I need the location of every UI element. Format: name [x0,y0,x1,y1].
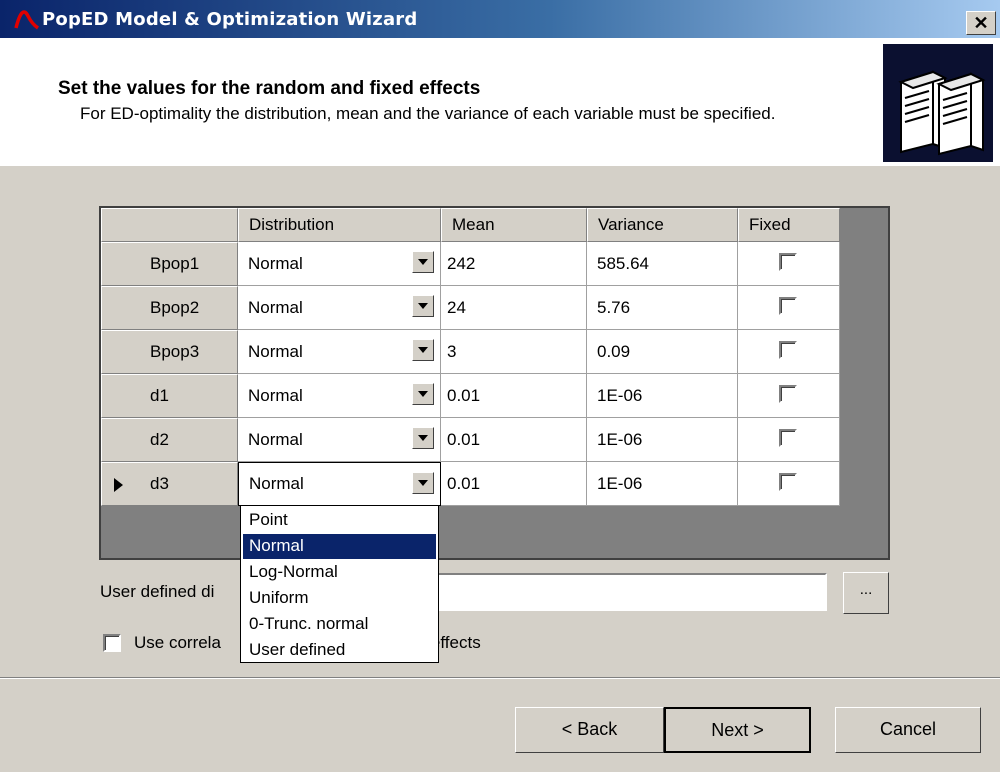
fixed-checkbox[interactable] [779,341,797,359]
row-header[interactable]: Bpop1 [101,242,238,286]
row-header[interactable]: Bpop2 [101,286,238,330]
distribution-combo[interactable]: Normal [238,374,441,418]
row-header[interactable]: d1 [101,374,238,418]
row-header-label: d3 [150,474,169,493]
distribution-combo[interactable]: Normal [238,330,441,374]
variance-cell[interactable]: 5.76 [587,286,738,330]
title-bar: PopED Model & Optimization Wizard ✕ [0,0,1000,38]
fixed-checkbox[interactable] [779,253,797,271]
browse-button[interactable]: ... [843,572,889,614]
fixed-checkbox[interactable] [779,297,797,315]
chevron-down-icon[interactable] [412,295,434,317]
mean-cell[interactable]: 0.01 [441,418,587,462]
distribution-value: Normal [248,341,303,361]
fixed-cell [738,330,840,374]
variance-cell[interactable]: 0.09 [587,330,738,374]
column-header-fixed[interactable]: Fixed [738,208,840,242]
dropdown-option-normal[interactable]: Normal [243,534,436,559]
header-separator [0,164,1000,166]
distribution-value: Normal [249,474,304,493]
dropdown-option-point[interactable]: Point [243,508,436,533]
close-button[interactable]: ✕ [966,11,996,35]
distribution-combo[interactable]: Normal [238,242,441,286]
chevron-down-icon[interactable] [412,383,434,405]
distribution-dropdown-list: Point Normal Log-Normal Uniform 0-Trunc.… [240,505,439,663]
mean-cell[interactable]: 0.01 [441,462,587,506]
variance-cell[interactable]: 585.64 [587,242,738,286]
row-header[interactable]: d2 [101,418,238,462]
distribution-value: Normal [248,297,303,317]
distribution-combo[interactable]: Normal [238,418,441,462]
dropdown-option-trunc-normal[interactable]: 0-Trunc. normal [243,612,436,637]
chevron-down-icon[interactable] [412,339,434,361]
footer-separator-highlight [0,678,1000,679]
dropdown-option-user-defined[interactable]: User defined [243,638,436,663]
window-title: PopED Model & Optimization Wizard [42,9,418,30]
distribution-combo-active[interactable]: Normal [238,462,441,506]
fixed-cell [738,242,840,286]
variance-cell[interactable]: 1E-06 [587,374,738,418]
next-button[interactable]: Next > [664,707,811,753]
mean-cell[interactable]: 0.01 [441,374,587,418]
dropdown-option-log-normal[interactable]: Log-Normal [243,560,436,585]
mean-cell[interactable]: 242 [441,242,587,286]
page-description: For ED-optimality the distribution, mean… [80,104,776,123]
current-row-arrow-icon [114,478,123,492]
fixed-cell [738,418,840,462]
mean-cell[interactable]: 24 [441,286,587,330]
page-title: Set the values for the random and fixed … [58,78,481,99]
poped-logo-icon [14,10,40,30]
distribution-combo[interactable]: Normal [238,286,441,330]
row-header[interactable]: Bpop3 [101,330,238,374]
chevron-down-icon[interactable] [412,427,434,449]
fixed-cell [738,374,840,418]
distribution-value: Normal [248,253,303,273]
column-header-variance[interactable]: Variance [587,208,738,242]
fixed-cell [738,286,840,330]
distribution-value: Normal [248,385,303,405]
correlation-label-left: Use correla [134,633,221,652]
column-header-mean[interactable]: Mean [441,208,587,242]
back-button[interactable]: < Back [515,707,664,753]
servers-graphic-icon [883,44,993,162]
fixed-cell [738,462,840,506]
chevron-down-icon[interactable] [412,251,434,273]
variance-cell[interactable]: 1E-06 [587,418,738,462]
column-header-distribution[interactable]: Distribution [238,208,441,242]
fixed-checkbox[interactable] [779,385,797,403]
mean-cell[interactable]: 3 [441,330,587,374]
user-defined-input[interactable] [434,573,827,611]
grid-corner-header [101,208,238,242]
fixed-checkbox[interactable] [779,473,797,491]
row-header[interactable]: d3 [101,462,238,506]
user-defined-label: User defined di [100,582,215,601]
fixed-checkbox[interactable] [779,429,797,447]
dropdown-option-uniform[interactable]: Uniform [243,586,436,611]
chevron-down-icon[interactable] [412,472,434,494]
correlation-checkbox[interactable] [103,634,121,652]
distribution-value: Normal [248,429,303,449]
variance-cell[interactable]: 1E-06 [587,462,738,506]
effects-grid: Distribution Mean Variance Fixed Bpop1 N… [99,206,890,560]
cancel-button[interactable]: Cancel [835,707,981,753]
